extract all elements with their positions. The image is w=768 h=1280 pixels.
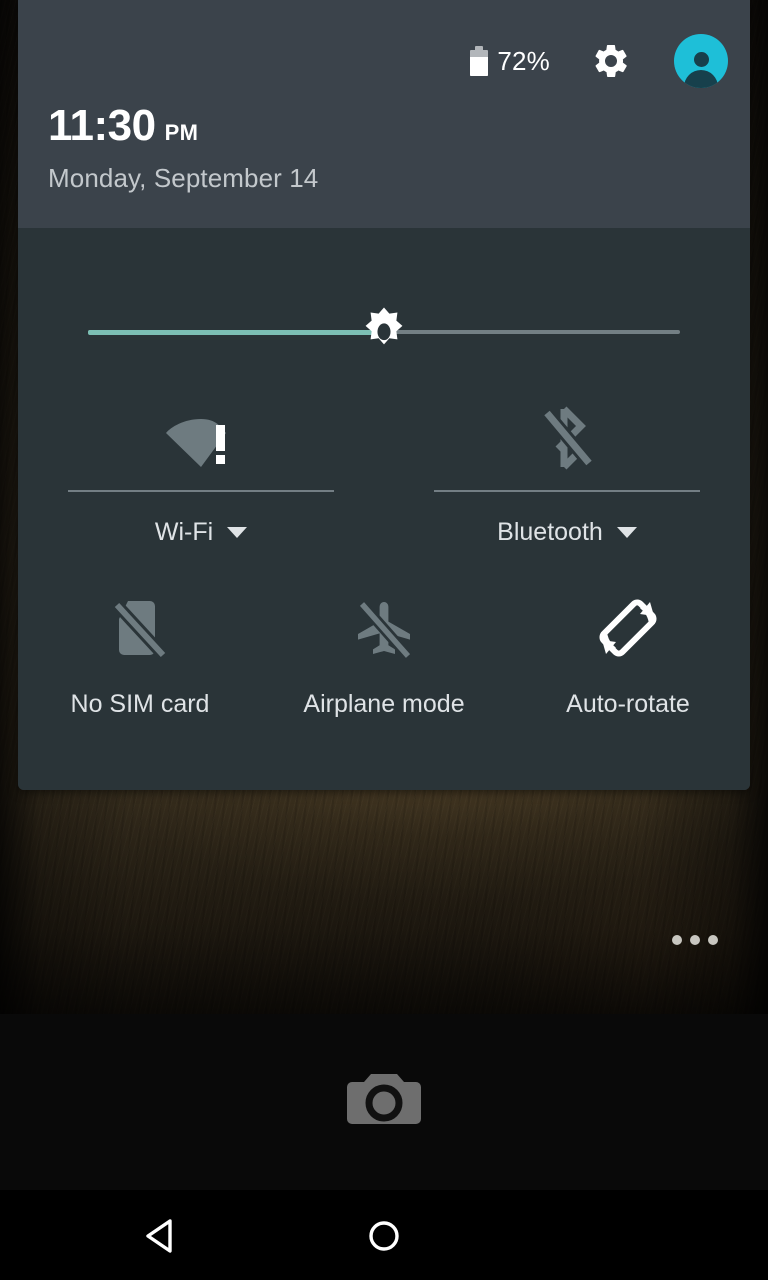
- brightness-slider-thumb[interactable]: [354, 302, 414, 362]
- gear-icon: [595, 44, 627, 78]
- tile-auto-rotate[interactable]: Auto-rotate: [506, 588, 750, 719]
- brightness-sun-icon: [365, 307, 403, 345]
- more-options-dots-icon[interactable]: [672, 935, 718, 945]
- tile-auto-rotate-icon-wrap: [594, 588, 662, 668]
- tile-wifi-divider: [68, 490, 334, 492]
- sim-card-off-icon: [112, 600, 168, 660]
- tile-wifi-label: Wi-Fi: [154, 518, 214, 546]
- camera-shortcut-button[interactable]: [344, 1062, 424, 1134]
- battery-fill: [470, 57, 489, 76]
- camera-icon: [347, 1074, 421, 1124]
- avatar-head: [693, 52, 709, 67]
- tile-no-sim-icon-wrap: [111, 588, 169, 668]
- quick-settings-tiles-area: Wi-Fi Bluetooth No SIM card Airplane mod…: [18, 228, 750, 790]
- tile-airplane-icon-wrap: [352, 588, 416, 668]
- tile-wifi-label-row[interactable]: Wi-Fi: [154, 518, 248, 547]
- tile-bluetooth-icon-wrap: [537, 398, 597, 478]
- dot-3: [708, 935, 718, 945]
- tile-airplane-label: Airplane mode: [303, 690, 465, 718]
- tile-row-triple: No SIM card Airplane mode Auto-rotate: [18, 588, 750, 719]
- auto-rotate-icon: [599, 599, 657, 657]
- battery-icon: [470, 46, 489, 76]
- tile-no-sim-card[interactable]: No SIM card: [18, 588, 262, 719]
- tile-bluetooth-divider: [434, 490, 700, 492]
- tile-bluetooth[interactable]: Bluetooth: [384, 398, 750, 547]
- dot-2: [690, 935, 700, 945]
- wifi-no-internet-icon: [166, 419, 226, 467]
- nav-back-button[interactable]: [128, 1210, 192, 1262]
- clock-time: 11:30: [48, 101, 156, 150]
- quick-settings-panel: 72% 11:30 PM Monday, September 14 Wi-Fi …: [18, 0, 750, 790]
- home-circle-icon: [369, 1221, 399, 1251]
- clock-ampm: PM: [164, 120, 199, 145]
- dot-1: [672, 935, 682, 945]
- android-quick-settings-screen: 72% 11:30 PM Monday, September 14 Wi-Fi …: [0, 0, 768, 1280]
- tile-bluetooth-label: Bluetooth: [497, 518, 603, 546]
- bluetooth-disabled-icon: [542, 406, 594, 470]
- clock-line: 11:30 PM: [48, 104, 318, 148]
- clock-date: Monday, September 14: [48, 163, 319, 193]
- chevron-down-icon[interactable]: [616, 527, 637, 538]
- brightness-slider[interactable]: [88, 302, 680, 362]
- settings-button[interactable]: [590, 40, 632, 82]
- chevron-down-icon[interactable]: [227, 527, 248, 538]
- nav-home-button[interactable]: [352, 1210, 416, 1262]
- battery-percent-label: 72%: [497, 45, 550, 76]
- battery-body: [470, 50, 489, 76]
- user-avatar-button[interactable]: [674, 34, 728, 88]
- avatar-body: [684, 70, 718, 88]
- airplane-off-icon: [357, 600, 413, 660]
- tile-wifi[interactable]: Wi-Fi: [18, 398, 384, 547]
- brightness-slider-fill: [88, 330, 384, 335]
- tile-no-sim-label: No SIM card: [70, 690, 210, 718]
- status-icons-row: 72%: [470, 34, 728, 88]
- clock-block[interactable]: 11:30 PM Monday, September 14: [48, 104, 318, 194]
- navigation-bar: [0, 1190, 768, 1280]
- tile-auto-rotate-label: Auto-rotate: [566, 690, 690, 718]
- quick-settings-header: 72% 11:30 PM Monday, September 14: [18, 0, 750, 228]
- tile-airplane-mode[interactable]: Airplane mode: [262, 588, 506, 719]
- tile-row-dual: Wi-Fi Bluetooth: [18, 398, 750, 547]
- battery-status[interactable]: 72%: [470, 46, 550, 77]
- tile-bluetooth-label-row[interactable]: Bluetooth: [497, 518, 637, 547]
- back-triangle-icon: [146, 1219, 172, 1253]
- tile-wifi-icon-wrap: [164, 398, 238, 478]
